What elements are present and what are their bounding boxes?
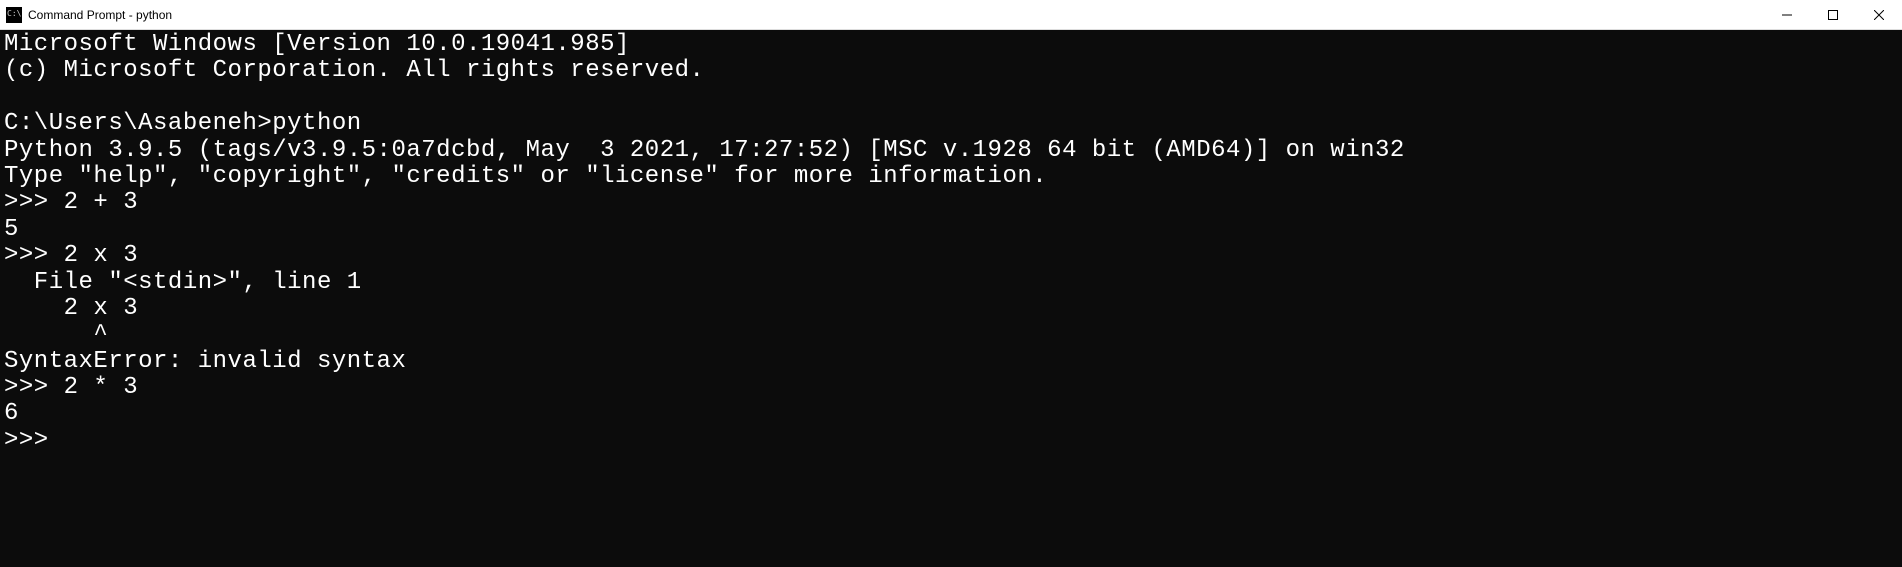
minimize-icon — [1782, 10, 1792, 20]
minimize-button[interactable] — [1764, 0, 1810, 30]
terminal-line: Python 3.9.5 (tags/v3.9.5:0a7dcbd, May 3… — [4, 137, 1405, 164]
terminal-line: ^ — [4, 321, 108, 348]
command-prompt-icon — [6, 7, 22, 23]
titlebar-left: Command Prompt - python — [0, 7, 172, 23]
terminal-line: C:\Users\Asabeneh>python — [4, 110, 362, 137]
terminal-line: Type "help", "copyright", "credits" or "… — [4, 163, 1047, 190]
terminal-line: >>> 2 + 3 — [4, 189, 138, 216]
terminal-line: 2 x 3 — [4, 295, 138, 322]
window-titlebar: Command Prompt - python — [0, 0, 1902, 30]
window-controls — [1764, 0, 1902, 30]
maximize-icon — [1828, 10, 1838, 20]
close-icon — [1874, 10, 1884, 20]
maximize-button[interactable] — [1810, 0, 1856, 30]
terminal-line: SyntaxError: invalid syntax — [4, 348, 406, 375]
terminal-line: >>> — [4, 427, 49, 454]
terminal-line: (c) Microsoft Corporation. All rights re… — [4, 57, 704, 84]
terminal-line: 5 — [4, 216, 19, 243]
close-button[interactable] — [1856, 0, 1902, 30]
terminal-line: Microsoft Windows [Version 10.0.19041.98… — [4, 31, 630, 58]
terminal-line: 6 — [4, 400, 19, 427]
terminal-output[interactable]: Microsoft Windows [Version 10.0.19041.98… — [0, 30, 1902, 567]
terminal-line: >>> 2 x 3 — [4, 242, 138, 269]
terminal-line: >>> 2 * 3 — [4, 374, 138, 401]
window-title: Command Prompt - python — [28, 8, 172, 22]
terminal-line: File "<stdin>", line 1 — [4, 269, 362, 296]
